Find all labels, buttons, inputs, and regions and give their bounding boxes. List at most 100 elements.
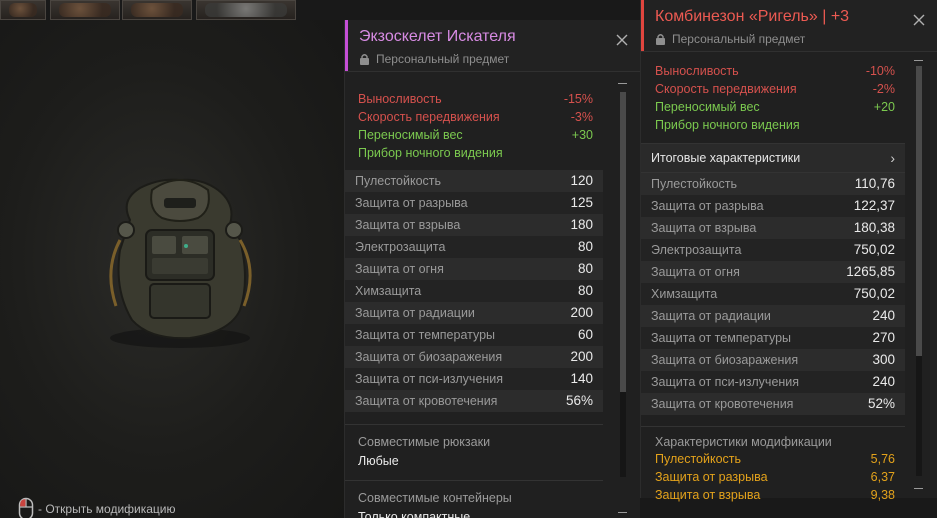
stat-row: Защита от разрыва 122,37 [641, 195, 905, 217]
stat-row: Защита от биозаражения 300 [641, 349, 905, 371]
panel-header: Комбинезон «Ригель» | +3 Персональный пр… [641, 0, 937, 52]
bonus-row: Выносливость -15% [358, 90, 593, 108]
item-title: Экзоскелет Искателя [359, 28, 516, 45]
stat-label: Защита от разрыва [355, 196, 468, 210]
stat-value: 56% [565, 393, 593, 408]
stat-label: Химзащита [651, 287, 718, 301]
scrollbar-thumb[interactable] [620, 92, 626, 392]
bonus-label: Прибор ночного видения [655, 118, 800, 132]
bonus-row: Переносимый вес +30 [358, 126, 593, 144]
stat-row: Защита от температуры 270 [641, 327, 905, 349]
compatible-containers-label: Совместимые контейнеры [358, 491, 512, 505]
item-panel-exoskeleton: Экзоскелет Искателя Персональный предмет… [344, 20, 640, 518]
inventory-slot[interactable] [122, 0, 192, 20]
stat-label: Защита от радиации [651, 309, 771, 323]
close-icon[interactable] [614, 32, 630, 48]
stat-value: 140 [570, 371, 593, 386]
panel-accent-bar [641, 0, 644, 51]
mod-stat-row: Защита от взрыва 9,38 [655, 486, 895, 504]
bonus-value: -15% [563, 92, 593, 106]
stat-row: Химзащита 80 [345, 280, 603, 302]
stat-value: 80 [577, 283, 593, 298]
stat-value: 180 [570, 217, 593, 232]
stat-label: Защита от пси-излучения [355, 372, 504, 386]
close-icon[interactable] [911, 12, 927, 28]
bonus-value: -3% [570, 110, 593, 124]
stat-value: 120 [570, 173, 593, 188]
bonus-label: Выносливость [655, 64, 739, 78]
bonus-label: Прибор ночного видения [358, 146, 503, 160]
bonus-value: -10% [865, 64, 895, 78]
stat-value: 80 [577, 261, 593, 276]
panel-body: Выносливость -10% Скорость передвижения -2… [641, 52, 905, 504]
scroll-up-marker [914, 60, 923, 61]
item-preview: - Открыть модификацию [0, 20, 344, 518]
stat-label: Защита от разрыва [651, 199, 764, 213]
mouse-left-click-icon [18, 497, 34, 518]
stat-value: 110,76 [854, 176, 895, 191]
lock-icon [360, 54, 369, 65]
compatible-containers-section: Совместимые контейнеры Только компактные [345, 480, 603, 518]
stat-value: 200 [570, 305, 593, 320]
stat-value: 80 [577, 239, 593, 254]
scroll-down-marker [914, 488, 923, 489]
stat-label: Пулестойкость [651, 177, 738, 191]
inventory-slot[interactable] [196, 0, 296, 20]
panel-scrollbar[interactable] [620, 92, 626, 477]
bonus-value: +30 [571, 128, 593, 142]
mod-stat-value: 9,38 [870, 488, 895, 502]
stat-row: Защита от радиации 240 [641, 305, 905, 327]
compatible-containers-value: Только компактные [358, 510, 471, 518]
bonus-label: Скорость передвижения [358, 110, 500, 124]
inventory-thumbnails [0, 0, 300, 20]
panel-scrollbar[interactable] [916, 66, 922, 476]
inventory-slot[interactable] [50, 0, 120, 20]
mod-stat-value: 5,76 [870, 452, 895, 466]
stat-label: Защита от температуры [651, 331, 792, 345]
stat-value: 270 [872, 330, 895, 345]
stat-label: Электрозащита [355, 240, 446, 254]
stat-value: 1265,85 [846, 264, 895, 279]
stat-value: 240 [872, 374, 895, 389]
scrollbar-thumb[interactable] [916, 66, 922, 356]
stat-row: Защита от огня 1265,85 [641, 261, 905, 283]
mod-stat-label: Защита от разрыва [655, 470, 768, 484]
stat-label: Защита от температуры [355, 328, 496, 342]
bonus-label: Скорость передвижения [655, 82, 797, 96]
stat-row: Электрозащита 80 [345, 236, 603, 258]
stat-row: Защита от пси-излучения 140 [345, 368, 603, 390]
stat-label: Защита от биозаражения [651, 353, 799, 367]
stat-row: Защита от взрыва 180,38 [641, 217, 905, 239]
stat-label: Защита от пси-излучения [651, 375, 800, 389]
bonus-row: Скорость передвижения -2% [655, 80, 895, 98]
stat-row: Защита от радиации 200 [345, 302, 603, 324]
summary-characteristics-button[interactable]: Итоговые характеристики › [641, 143, 905, 173]
stat-label: Химзащита [355, 284, 422, 298]
item-title: Комбинезон «Ригель» | +3 [655, 8, 850, 25]
summary-characteristics-label: Итоговые характеристики [651, 151, 801, 165]
bonus-list: Выносливость -15% Скорость передвижения -3… [345, 72, 603, 162]
stat-value: 750,02 [853, 242, 895, 257]
bonus-label: Выносливость [358, 92, 442, 106]
bonus-row: Переносимый вес +20 [655, 98, 895, 116]
stat-value: 200 [570, 349, 593, 364]
stat-row: Защита от кровотечения 56% [345, 390, 603, 412]
item-subtitle: Персональный предмет [376, 52, 510, 66]
bonus-list: Выносливость -10% Скорость передвижения -2… [641, 52, 905, 134]
stat-value: 125 [570, 195, 593, 210]
mod-stat-label: Защита от взрыва [655, 488, 761, 502]
stat-label: Защита от огня [355, 262, 444, 276]
stat-value: 240 [872, 308, 895, 323]
stat-label: Пулестойкость [355, 174, 442, 188]
chevron-right-icon: › [890, 150, 895, 166]
stat-value: 300 [872, 352, 895, 367]
stat-label: Защита от радиации [355, 306, 475, 320]
bonus-label: Переносимый вес [655, 100, 760, 114]
bonus-row: Прибор ночного видения [358, 144, 593, 162]
inventory-slot[interactable] [0, 0, 46, 20]
stats-table: Пулестойкость 110,76 Защита от разрыва 122… [641, 173, 905, 415]
stat-value: 750,02 [853, 286, 895, 301]
item-subtitle-row: Персональный предмет [655, 32, 937, 46]
scroll-down-marker [618, 512, 627, 513]
stat-value: 52% [867, 396, 895, 411]
